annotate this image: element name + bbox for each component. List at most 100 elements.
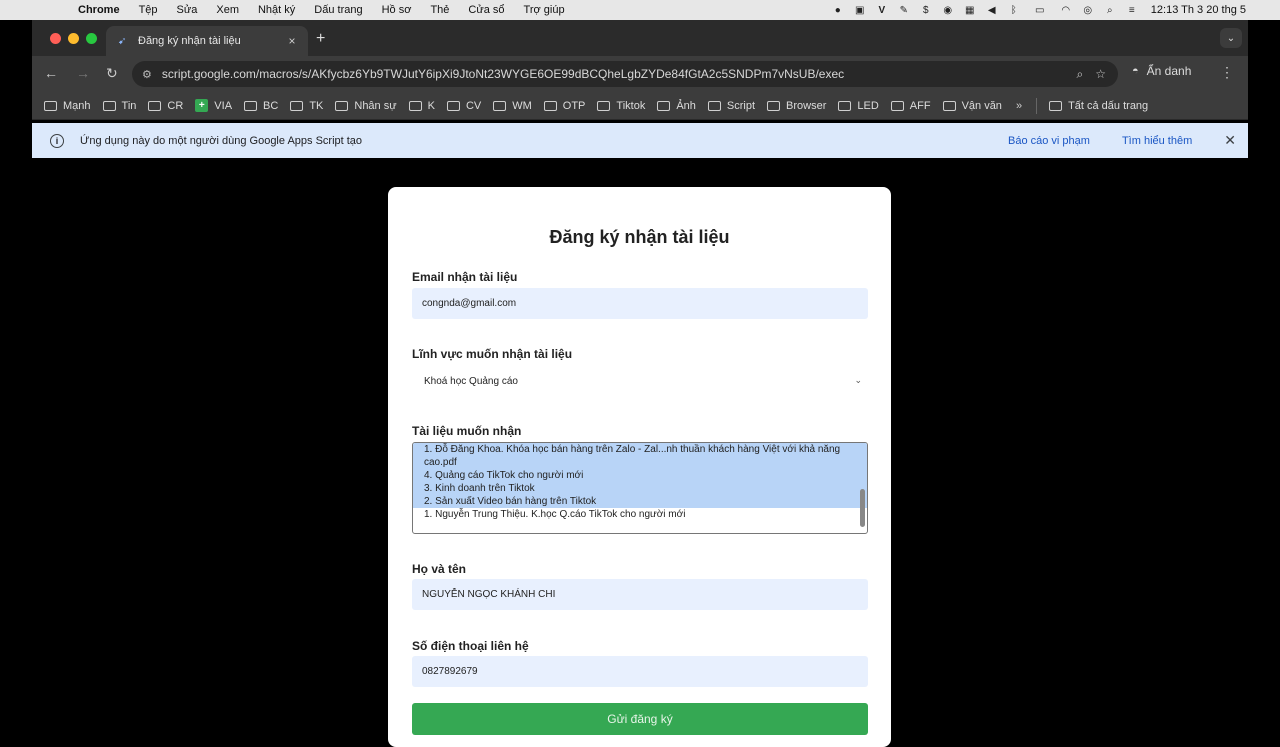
docs-option[interactable]: 1. Nguyễn Trung Thiệu. K.học Q.cáo TikTo… <box>413 508 867 521</box>
user-icon[interactable]: ◎ <box>1082 4 1094 16</box>
menu-view[interactable]: Xem <box>216 4 239 16</box>
apps-script-icon: ➹ <box>118 35 127 47</box>
email-label: Email nhận tài liệu <box>412 270 518 284</box>
bookmark-item[interactable]: CR <box>148 100 183 112</box>
menu-kebab-icon[interactable]: ⋮ <box>1220 64 1234 81</box>
folder-icon <box>657 100 671 111</box>
bookmark-item[interactable]: BC <box>244 100 278 112</box>
sheets-icon: + <box>195 99 209 112</box>
bookmark-label: TK <box>309 99 324 112</box>
tab-active[interactable]: ➹ Đăng ký nhận tài liệu × <box>106 26 308 56</box>
name-field[interactable]: NGUYỄN NGỌC KHÁNH CHI <box>412 579 868 610</box>
wifi-icon[interactable]: ◠ <box>1060 4 1072 16</box>
zoom-icon[interactable]: ⌕ <box>1077 67 1084 82</box>
search-icon[interactable]: ⌕ <box>1104 4 1116 16</box>
bookmarks-bar: Mạnh Tin CR + VIA BC TK Nhân sự K CV WM OTP Tiktok Ản… <box>32 92 1248 120</box>
bookmark-item[interactable]: WM <box>493 100 532 112</box>
volume-icon[interactable]: ◀ <box>986 4 998 16</box>
name-label: Họ và tên <box>412 562 467 576</box>
docs-option[interactable]: 4. Quảng cáo TikTok cho người mới <box>413 469 867 482</box>
bookmark-item[interactable]: Browser <box>767 100 826 112</box>
control-center-icon[interactable]: ≡ <box>1126 4 1138 16</box>
bookmark-item[interactable]: TK <box>290 100 323 112</box>
pen-icon[interactable]: ✎ <box>898 4 910 16</box>
new-tab-icon[interactable]: + <box>316 30 325 48</box>
docs-option[interactable]: cao.pdf <box>413 456 867 469</box>
bookmark-item[interactable]: LED <box>838 99 879 112</box>
address-bar[interactable]: ⚙ script.google.com/macros/s/AKfycbz6Yb9… <box>132 61 1118 87</box>
menu-history[interactable]: Nhật ký <box>258 4 295 16</box>
camera-icon[interactable]: ▣ <box>854 4 866 16</box>
tab-close-icon[interactable]: × <box>284 34 300 48</box>
docs-option[interactable]: 3. Kinh doanh trên Tiktok <box>413 482 867 495</box>
dollar-icon[interactable]: $ <box>920 4 932 16</box>
docs-multiselect[interactable]: 1. Đỗ Đăng Khoa. Khóa học bán hàng trên … <box>412 442 868 534</box>
bookmark-item[interactable]: Script <box>707 100 755 112</box>
bookmark-item[interactable]: Ảnh <box>657 100 696 112</box>
docs-option[interactable]: 2. Sản xuất Video bán hàng trên Tiktok <box>413 495 867 508</box>
bookmark-item[interactable]: CV <box>446 100 481 112</box>
status-area: ● ▣ V ✎ $ ◉ ▦ ◀ ᛒ ▭ ◠ ◎ ⌕ ≡ 12:13 Th 3 2… <box>827 0 1280 20</box>
bookmark-item[interactable]: K <box>408 100 435 112</box>
listbox-scrollbar[interactable] <box>860 489 865 527</box>
keyboard-icon[interactable]: ▦ <box>964 4 976 16</box>
report-abuse-link[interactable]: Báo cáo vi phạm <box>1008 135 1090 147</box>
folder-icon <box>890 100 904 111</box>
bookmark-label: Vận văn <box>961 99 1002 112</box>
bookmark-item[interactable]: + VIA <box>195 99 232 112</box>
bookmark-star-icon[interactable]: ☆ <box>1095 67 1106 81</box>
bookmark-item[interactable]: Vận văn <box>942 99 1002 112</box>
field-select[interactable]: Khoá học Quảng cáo ⌄ <box>412 367 868 395</box>
close-window-button[interactable] <box>50 33 61 44</box>
bookmark-label: OTP <box>562 99 586 112</box>
menu-clock[interactable]: 12:13 Th 3 20 thg 5 <box>1151 4 1246 16</box>
bookmarks-overflow-icon[interactable]: » <box>1016 100 1022 112</box>
bluetooth-icon[interactable]: ᛒ <box>1008 4 1020 16</box>
menu-bookmarks[interactable]: Dấu trang <box>314 4 362 16</box>
bookmark-label: LED <box>857 99 879 112</box>
bookmark-item[interactable]: OTP <box>543 99 586 112</box>
learn-more-link[interactable]: Tìm hiểu thêm <box>1122 135 1192 147</box>
reload-icon[interactable]: ↻ <box>106 65 118 82</box>
browser-toolbar: ← → ↻ ⚙ script.google.com/macros/s/AKfyc… <box>32 56 1248 92</box>
maximize-window-button[interactable] <box>86 33 97 44</box>
tab-search-icon[interactable]: ⌄ <box>1220 28 1242 48</box>
bookmark-item[interactable]: Nhân sự <box>335 100 397 112</box>
folder-icon <box>493 100 507 111</box>
bookmark-item[interactable]: Tin <box>102 100 136 112</box>
folder-icon <box>102 100 116 111</box>
bookmark-item[interactable]: Tiktok <box>597 100 645 112</box>
menu-file[interactable]: Tệp <box>139 4 158 16</box>
tab-strip: ➹ Đăng ký nhận tài liệu × + ⌄ <box>32 20 1248 56</box>
folder-icon <box>244 100 258 111</box>
menu-profiles[interactable]: Hồ sơ <box>382 4 412 16</box>
bookmark-item[interactable]: AFF <box>890 100 931 112</box>
incognito-indicator[interactable]: ◓ Ẩn danh <box>1132 64 1191 78</box>
field-select-value: Khoá học Quảng cáo <box>424 375 518 387</box>
url-text[interactable]: script.google.com/macros/s/AKfycbz6Yb9TW… <box>162 67 1077 81</box>
site-info-icon[interactable]: ⚙ <box>142 68 152 81</box>
bookmark-label: Browser <box>786 99 827 112</box>
bookmark-label: CR <box>167 99 184 112</box>
phone-field[interactable]: 0827892679 <box>412 656 868 687</box>
docs-label: Tài liệu muốn nhận <box>412 424 522 438</box>
bookmark-item[interactable]: Mạnh <box>44 100 91 112</box>
banner-close-icon[interactable]: ✕ <box>1224 132 1236 149</box>
back-icon[interactable]: ← <box>44 65 58 81</box>
v-icon[interactable]: V <box>876 4 888 16</box>
record-icon[interactable]: ● <box>832 4 844 16</box>
docs-option[interactable]: 1. Đỗ Đăng Khoa. Khóa học bán hàng trên … <box>413 443 867 456</box>
menu-window[interactable]: Cửa sổ <box>468 4 504 16</box>
menu-tab[interactable]: Thẻ <box>430 4 449 16</box>
minimize-window-button[interactable] <box>68 33 79 44</box>
form-title: Đăng ký nhận tài liệu <box>549 227 730 247</box>
forward-icon[interactable]: → <box>76 65 90 81</box>
email-field[interactable]: congnda@gmail.com <box>412 288 868 319</box>
all-bookmarks[interactable]: Tất cả dấu trang <box>1049 100 1148 112</box>
media-icon[interactable]: ◉ <box>942 4 954 16</box>
battery-icon[interactable]: ▭ <box>1030 4 1050 16</box>
menu-help[interactable]: Trợ giúp <box>524 4 565 16</box>
menu-edit[interactable]: Sửa <box>177 4 198 16</box>
submit-button[interactable]: Gửi đăng ký <box>412 703 868 735</box>
menu-app-name[interactable]: Chrome <box>78 4 120 16</box>
